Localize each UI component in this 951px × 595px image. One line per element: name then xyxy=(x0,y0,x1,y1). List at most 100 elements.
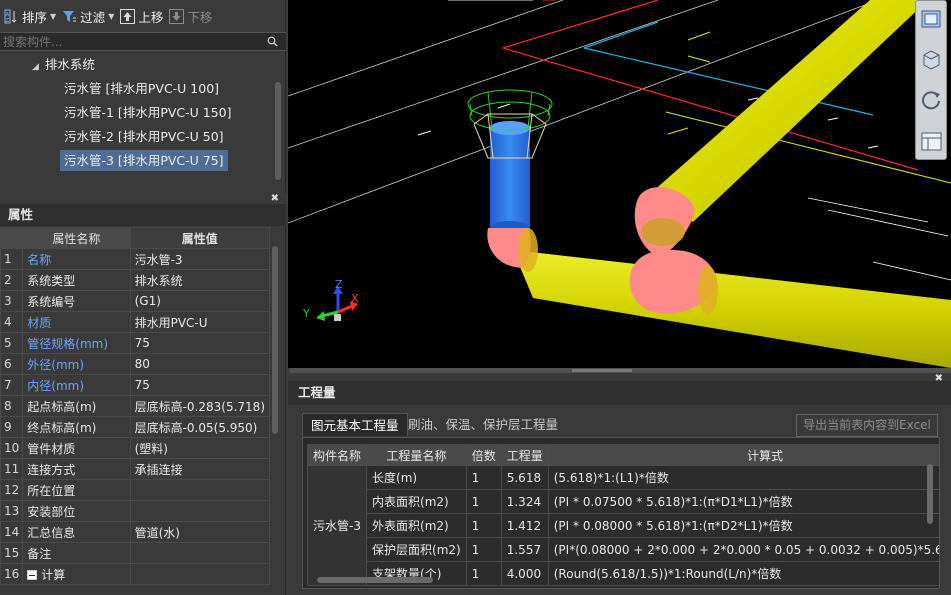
row-number: 4 xyxy=(0,311,24,333)
row-number: 7 xyxy=(0,374,24,396)
quantity-h-scrollbar[interactable] xyxy=(317,577,433,583)
tree-item[interactable]: 污水管-2 [排水用PVC-U 50] xyxy=(60,126,228,147)
property-name-label: 计算 xyxy=(41,567,66,582)
row-number: 16 xyxy=(0,563,24,585)
property-row[interactable]: 7 内径(mm) 75 xyxy=(0,374,271,396)
property-value[interactable]: (G1) xyxy=(129,290,271,312)
properties-scrollbar[interactable] xyxy=(272,246,278,434)
property-value[interactable] xyxy=(129,563,271,585)
row-number: 13 xyxy=(0,500,24,522)
view-navigation-toolbar xyxy=(915,0,947,160)
property-name: 终点标高(m) xyxy=(22,416,131,438)
quantity-row[interactable]: 外表面积(m2) 1 1.412 (PI * 0.08000 * 5.618)*1:(… xyxy=(308,513,939,538)
export-excel-button[interactable]: 导出当前表内容到Excel xyxy=(796,414,938,437)
property-row[interactable]: 14 汇总信息 管道(水) xyxy=(0,521,271,543)
row-number: 6 xyxy=(0,353,24,375)
property-row[interactable]: 3 系统编号 (G1) xyxy=(0,290,271,312)
property-value[interactable]: 排水用PVC-U xyxy=(129,311,271,333)
property-row[interactable]: 12 所在位置 xyxy=(0,479,271,501)
property-value[interactable]: 管道(水) xyxy=(129,521,271,543)
property-value[interactable] xyxy=(129,500,271,522)
row-number: 8 xyxy=(0,395,24,417)
property-value[interactable]: 排水系统 xyxy=(129,269,271,291)
quantity-formula-cell: (PI * 0.07500 * 5.618)*1:(π*D1*L1)*倍数 xyxy=(547,489,939,514)
row-number: 10 xyxy=(0,437,24,459)
horizontal-yellow-pipe[interactable] xyxy=(513,250,951,368)
property-row[interactable]: 4 材质 排水用PVC-U xyxy=(0,311,271,333)
close-icon[interactable]: ✖ xyxy=(271,193,279,204)
tree-item[interactable]: 污水管 [排水用PVC-U 100] xyxy=(60,78,223,99)
rotate-icon[interactable] xyxy=(919,87,944,112)
properties-title: 属性 xyxy=(0,204,286,226)
tree-item-selected[interactable]: 污水管-3 [排水用PVC-U 75] xyxy=(60,150,228,171)
tab-basic-quantity[interactable]: 图元基本工程量 xyxy=(302,413,408,436)
quantity-name-cell: 外表面积(m2) xyxy=(366,513,467,538)
property-name: 名称 xyxy=(22,248,131,270)
tree-item-label: 污水管-1 [排水用PVC-U 150] xyxy=(64,105,232,120)
property-value[interactable]: 75 xyxy=(129,332,271,354)
top-view-icon[interactable] xyxy=(919,7,944,32)
quantity-formula-cell: (5.618)*1:(L1)*倍数 xyxy=(547,465,939,490)
tree-item[interactable]: 污水管-1 [排水用PVC-U 150] xyxy=(60,102,236,123)
quantity-v-scrollbar[interactable] xyxy=(927,464,933,524)
column-header: 倍数 xyxy=(465,444,502,466)
property-value[interactable]: 承插连接 xyxy=(129,458,271,480)
blue-riser-pipe[interactable] xyxy=(490,121,530,235)
tree-scrollbar[interactable] xyxy=(275,82,281,180)
property-value[interactable]: 层底标高-0.05(5.950) xyxy=(129,416,271,438)
property-row[interactable]: 6 外径(mm) 80 xyxy=(0,353,271,375)
sort-button[interactable]: AZ 排序 ▼ xyxy=(4,4,56,28)
property-value[interactable] xyxy=(129,542,271,564)
property-value[interactable]: 污水管-3 xyxy=(129,248,271,270)
3d-viewport[interactable]: Z X Y xyxy=(288,0,951,368)
property-row[interactable]: 2 系统类型 排水系统 xyxy=(0,269,271,291)
properties-header-row: 属性名称 属性值 xyxy=(0,227,271,249)
tree-group-label: 排水系统 xyxy=(44,57,95,72)
property-row[interactable]: 9 终点标高(m) 层底标高-0.05(5.950) xyxy=(0,416,271,438)
3d-cube-icon[interactable] xyxy=(919,47,944,72)
move-down-icon xyxy=(169,8,185,24)
collapse-icon[interactable] xyxy=(27,569,38,580)
property-name: 系统编号 xyxy=(22,290,131,312)
property-row[interactable]: 5 管径规格(mm) 75 xyxy=(0,332,271,354)
property-value[interactable]: 75 xyxy=(129,374,271,396)
quantity-panel: ✖ 工程量 图元基本工程量 刷油、保温、保护层工程量 导出当前表内容到Excel… xyxy=(288,373,951,595)
property-value[interactable]: 层底标高-0.283(5.718) xyxy=(129,395,271,417)
expand-triangle-icon[interactable]: ◢ xyxy=(32,62,39,72)
quantity-row[interactable]: 污水管-3 长度(m) 1 5.618 (5.618)*1:(L1)*倍数 xyxy=(306,465,939,586)
search-icon[interactable] xyxy=(267,36,278,47)
property-row[interactable]: 8 起点标高(m) 层底标高-0.283(5.718) xyxy=(0,395,271,417)
tab-paint-insulation[interactable]: 刷油、保温、保护层工程量 xyxy=(400,413,566,436)
property-row[interactable]: 15 备注 xyxy=(0,542,271,564)
properties-body: 1 名称 污水管-3 2 系统类型 排水系统 3 系统编号 (G1) 4 材质 排水用PVC-U 5 管径… xyxy=(0,248,271,585)
view-layout-icon[interactable] xyxy=(919,129,944,154)
quantity-title: 工程量 xyxy=(288,381,951,405)
tree-item-label: 污水管-3 [排水用PVC-U 75] xyxy=(64,153,224,168)
property-row[interactable]: 16 计算 xyxy=(0,563,271,585)
quantity-body: 污水管-3 长度(m) 1 5.618 (5.618)*1:(L1)*倍数 内表面积(m2… xyxy=(306,465,939,586)
quantity-formula-cell: (Round(5.618/1.5))*1:Round(L/n)*倍数 xyxy=(547,561,939,586)
move-down-button[interactable]: 下移 xyxy=(169,4,212,28)
property-value[interactable]: (塑料) xyxy=(129,437,271,459)
diagonal-yellow-pipe[interactable] xyxy=(643,0,928,222)
property-row[interactable]: 1 名称 污水管-3 xyxy=(0,248,271,270)
viewport-scroll-thumb[interactable] xyxy=(572,369,632,372)
quantity-multiplier-cell: 1 xyxy=(465,489,502,514)
property-value[interactable]: 80 xyxy=(129,353,271,375)
property-name: 安装部位 xyxy=(22,500,131,522)
column-header: 构件名称 xyxy=(306,444,368,466)
quantity-row[interactable]: 内表面积(m2) 1 1.324 (PI * 0.07500 * 5.618)*1:(… xyxy=(308,489,939,514)
tree-toolbar: AZ 排序 ▼ 过滤 ▼ 上移 下移 xyxy=(0,0,286,32)
property-row[interactable]: 13 安装部位 xyxy=(0,500,271,522)
move-up-button[interactable]: 上移 xyxy=(120,4,163,28)
property-value[interactable] xyxy=(129,479,271,501)
row-number: 1 xyxy=(0,248,24,270)
sort-icon: AZ xyxy=(4,9,19,24)
quantity-amount-cell: 1.412 xyxy=(500,513,549,538)
property-row[interactable]: 11 连接方式 承插连接 xyxy=(0,458,271,480)
filter-button[interactable]: 过滤 ▼ xyxy=(62,4,114,28)
search-input[interactable] xyxy=(3,34,253,49)
property-row[interactable]: 10 管件材质 (塑料) xyxy=(0,437,271,459)
tree-group-drainage[interactable]: ◢ 排水系统 xyxy=(28,54,99,75)
quantity-row[interactable]: 保护层面积(m2) 1 1.557 (PI*(0.08000 + 2*0.000 + … xyxy=(308,537,939,562)
